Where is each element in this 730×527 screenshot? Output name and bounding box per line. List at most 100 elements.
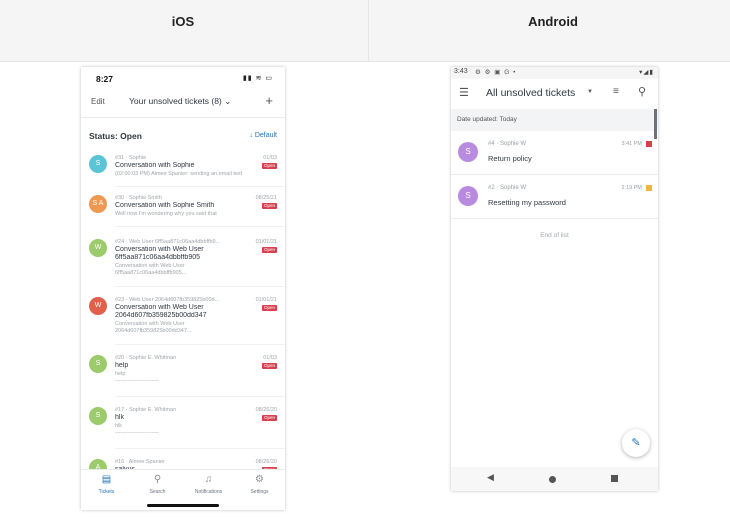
avatar: S bbox=[89, 155, 107, 173]
avatar: S bbox=[89, 407, 107, 425]
avatar: S bbox=[458, 186, 478, 206]
gear-icon: ⚙ bbox=[255, 474, 264, 485]
ios-nav-divider bbox=[81, 117, 285, 118]
ticket-preview: Well now I'm wondering why you said that bbox=[115, 211, 217, 217]
ticket-subject: hlk bbox=[115, 414, 124, 421]
ticket-subject-line-2: 2064d607fb359825b00dd347 bbox=[115, 312, 207, 319]
ticket-preview: help bbox=[115, 371, 126, 377]
ticket-date: 01/01/21 bbox=[255, 297, 277, 303]
row-divider bbox=[115, 396, 285, 397]
ticket-subject: Conversation with Sophie bbox=[115, 162, 195, 169]
ticket-subject: Conversation with Web User bbox=[115, 246, 204, 253]
status-filter-label: Status: Open bbox=[89, 131, 142, 141]
ticket-meta: #2 · Sophie W bbox=[488, 185, 527, 191]
ios-status-row: Status: Open ↓ Default bbox=[81, 129, 285, 145]
menu-icon[interactable]: ☰ bbox=[459, 86, 469, 99]
ticket-preview: Conversation with Web User bbox=[115, 263, 185, 269]
tab-settings[interactable]: ⚙ Settings bbox=[234, 474, 285, 495]
ticket-row[interactable]: S #17 · Sophie E. Whitman 08/26/20 Open … bbox=[81, 403, 285, 449]
avatar: W bbox=[89, 297, 107, 315]
ios-screen: 8:27 ▮▮ ≋ ▭ Edit Your unsolved tickets (… bbox=[81, 67, 285, 510]
tab-tickets[interactable]: ▤ Tickets bbox=[81, 474, 132, 495]
search-icon[interactable]: ⚲ bbox=[638, 85, 646, 98]
ticket-row[interactable]: S #4 · Sophie W Return policy 3:41 PM bbox=[451, 133, 658, 175]
end-of-list-label: End of list bbox=[540, 232, 569, 239]
ios-nav-bar: Edit Your unsolved tickets (8) ⌄ + bbox=[81, 93, 285, 113]
ticket-preview: hlk bbox=[115, 423, 123, 429]
status-badge: Open bbox=[261, 363, 277, 369]
comparison-page: iOS Android 8:27 ▮▮ ≋ ▭ Edit Your unsolv… bbox=[0, 0, 730, 527]
status-badge: Open bbox=[261, 305, 277, 311]
view-selector-title[interactable]: Your unsolved tickets (8) ⌄ bbox=[129, 96, 231, 107]
ticket-row[interactable]: S #31 · Sophie 01/03 Open Conversation w… bbox=[81, 151, 285, 187]
avatar: S bbox=[89, 355, 107, 373]
sort-icon[interactable]: ≡ bbox=[613, 86, 619, 97]
compose-ticket-button[interactable]: ✎ bbox=[622, 429, 650, 457]
row-divider bbox=[115, 344, 285, 345]
ticket-subject: Conversation with Web User bbox=[115, 304, 204, 311]
ticket-date: 01/01/21 bbox=[255, 239, 277, 245]
tab-label: Search bbox=[149, 489, 166, 495]
ticket-row[interactable]: W #24 · Web User 6ff5aa871c06aa4dbbffb9.… bbox=[81, 235, 285, 287]
ticket-row[interactable]: W #23 · Web User 2064d607fb359825b00d...… bbox=[81, 293, 285, 345]
ticket-date: 08/25/21 bbox=[255, 195, 277, 201]
home-icon[interactable] bbox=[549, 476, 556, 483]
ticket-date: 08/26/20 bbox=[255, 459, 277, 465]
ticket-row[interactable]: S #20 · Sophie E. Whitman 01/03 Open hel… bbox=[81, 351, 285, 397]
ticket-date: 01/03 bbox=[263, 155, 277, 161]
ticket-preview: (02:00:03 PM) Aimee Spanier: sending an … bbox=[115, 171, 243, 177]
ticket-preview-line-2: ------------------------ bbox=[115, 430, 159, 436]
chevron-down-icon[interactable]: ▼ bbox=[587, 89, 593, 95]
ticket-subject: Return policy bbox=[488, 154, 532, 163]
home-indicator bbox=[147, 504, 219, 507]
add-ticket-button[interactable]: + bbox=[265, 93, 273, 108]
status-badge: Open bbox=[261, 163, 277, 169]
status-badge: Open bbox=[261, 415, 277, 421]
ticket-date: 01/03 bbox=[263, 355, 277, 361]
tab-search[interactable]: ⚲ Search bbox=[132, 474, 183, 495]
ticket-meta: #24 · Web User 6ff5aa871c06aa4dbbffb9... bbox=[115, 239, 221, 245]
tickets-icon: ▤ bbox=[101, 474, 112, 485]
ticket-date: 08/26/20 bbox=[255, 407, 277, 413]
ticket-subject-line-2: 6ff5aa871c06aa4dbbffb905 bbox=[115, 254, 200, 261]
ticket-time: 2:19 PM bbox=[621, 185, 642, 191]
android-screen: 3:43 ⚙ ⚙ ▣ G • ▾◢▮ ☰ All unsolved ticket… bbox=[451, 67, 658, 491]
ticket-time: 3:41 PM bbox=[621, 141, 642, 147]
priority-badge bbox=[646, 141, 652, 147]
ticket-row[interactable]: S #2 · Sophie W Resetting my password 2:… bbox=[451, 177, 658, 219]
signal-battery-icon: ▾◢▮ bbox=[639, 69, 654, 76]
status-badge: Open bbox=[261, 247, 277, 253]
search-icon: ⚲ bbox=[153, 474, 162, 485]
avatar: W bbox=[89, 239, 107, 257]
android-heading: Android bbox=[528, 14, 578, 29]
ticket-meta: #20 · Sophie E. Whitman bbox=[115, 355, 177, 361]
ios-signal-wifi-battery-icon: ▮▮ ≋ ▭ bbox=[242, 75, 273, 82]
ticket-meta: #31 · Sophie bbox=[115, 155, 147, 161]
edit-button[interactable]: Edit bbox=[91, 97, 105, 106]
sort-default-button[interactable]: ↓ Default bbox=[249, 132, 277, 139]
date-group-label: Date updated: Today bbox=[457, 116, 517, 123]
recent-apps-icon[interactable] bbox=[611, 475, 618, 482]
ios-heading: iOS bbox=[171, 14, 195, 29]
tab-notifications[interactable]: ♫ Notifications bbox=[183, 474, 234, 495]
ticket-preview-line-2: 6ff5aa871c06aa4dbbffb905... bbox=[115, 270, 187, 276]
ticket-meta: #16 · Aimee Spanier bbox=[115, 459, 165, 465]
ticket-meta: #17 · Sophie E. Whitman bbox=[115, 407, 177, 413]
header-band: iOS Android bbox=[0, 0, 730, 62]
row-divider bbox=[115, 286, 285, 287]
ticket-row[interactable]: S A #30 · Sophie Smith 08/25/21 Open Con… bbox=[81, 191, 285, 227]
view-selector-title[interactable]: All unsolved tickets bbox=[486, 87, 575, 99]
back-icon[interactable]: ◀ bbox=[487, 472, 494, 483]
ticket-subject: help bbox=[115, 362, 129, 369]
android-clock: 3:43 bbox=[454, 68, 468, 75]
avatar: S A bbox=[89, 195, 107, 213]
ticket-meta: #23 · Web User 2064d607fb359825b00d... bbox=[115, 297, 220, 303]
android-nav-bar: ◀ bbox=[451, 467, 658, 491]
priority-badge bbox=[646, 185, 652, 191]
notification-icons: ⚙ ⚙ ▣ G • bbox=[475, 69, 517, 76]
row-divider bbox=[115, 448, 285, 449]
tab-label: Notifications bbox=[194, 489, 223, 495]
ticket-preview-line-2: ------------------------ bbox=[115, 378, 159, 384]
tab-label: Settings bbox=[250, 489, 269, 495]
ticket-preview: Conversation with Web User bbox=[115, 321, 185, 327]
